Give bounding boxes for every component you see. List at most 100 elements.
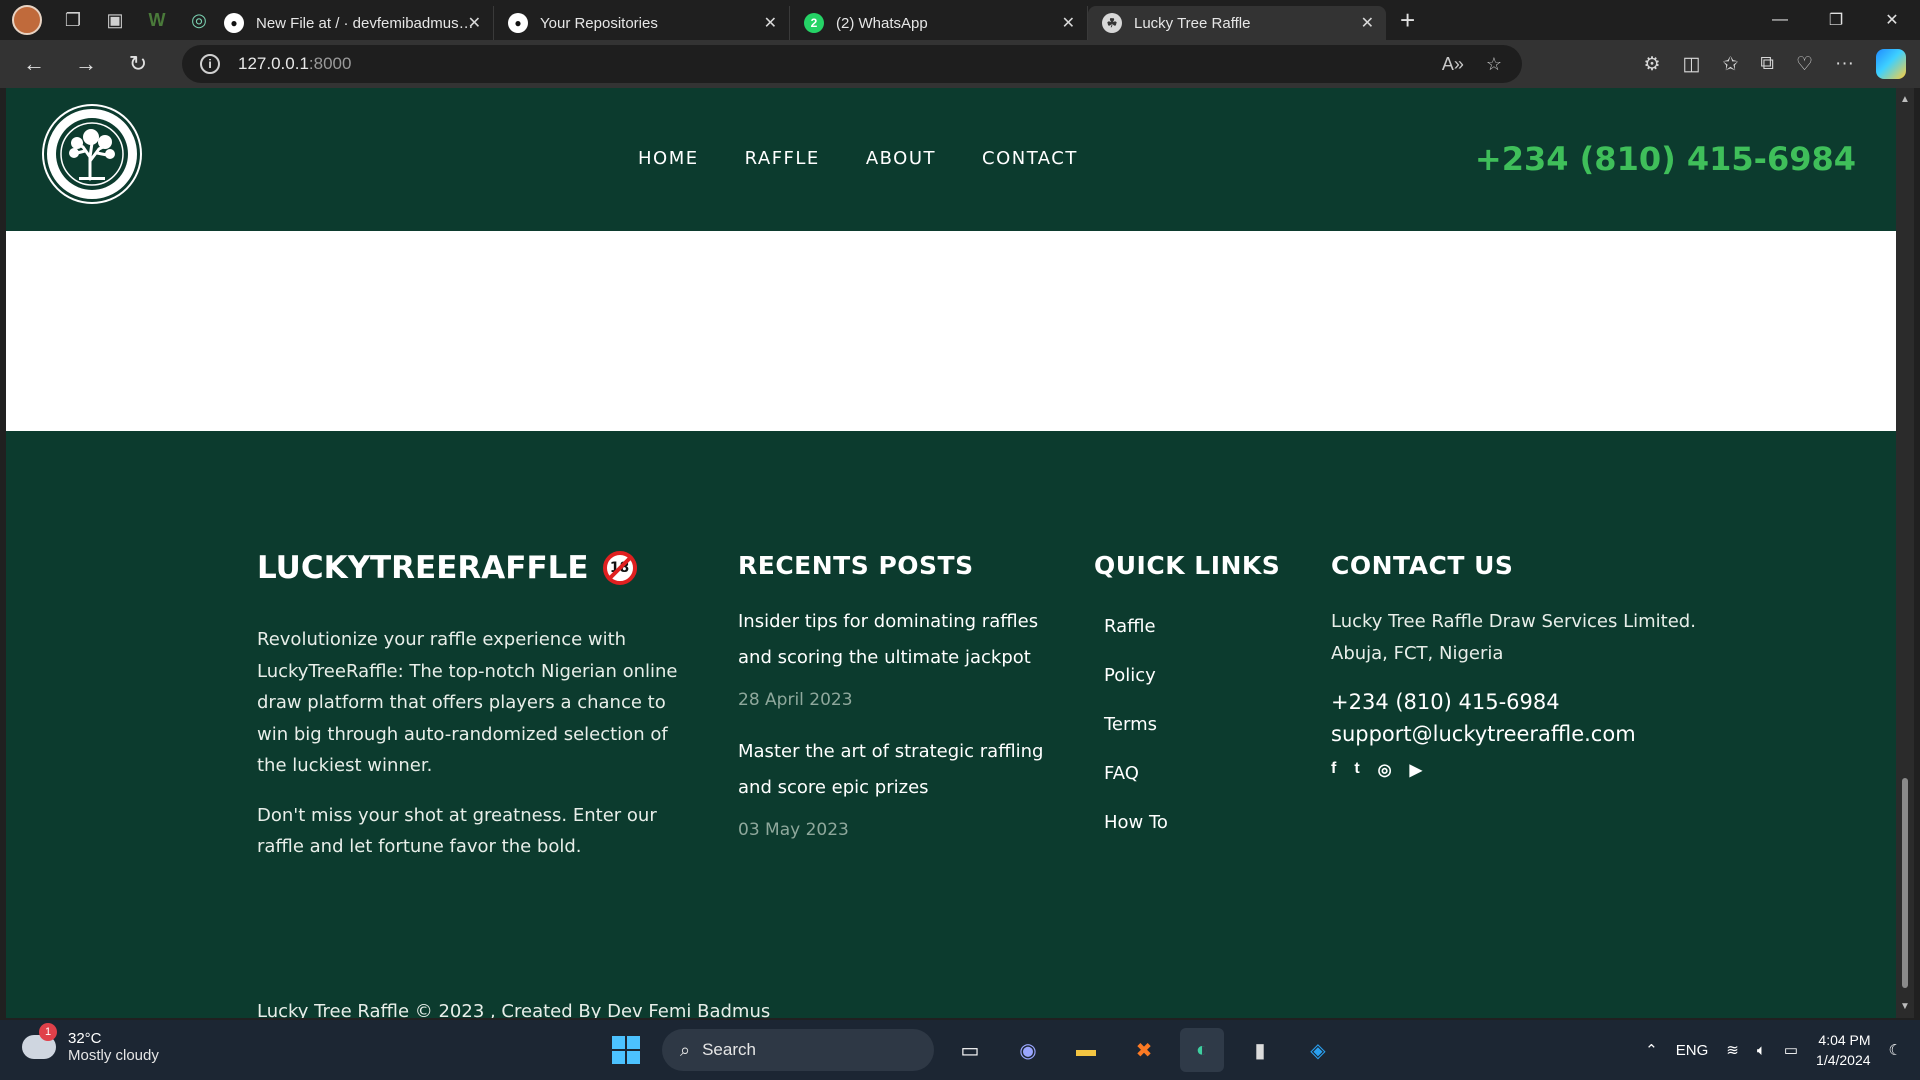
back-icon[interactable]: ←: [12, 44, 56, 84]
start-button[interactable]: [604, 1028, 648, 1072]
main-menu: HOME RAFFLE ABOUT CONTACT: [638, 148, 1078, 169]
volume-icon[interactable]: 🔈︎: [1757, 1042, 1766, 1059]
wifi-icon[interactable]: ≋: [1726, 1041, 1739, 1059]
quick-link-raffle[interactable]: Raffle: [1104, 616, 1294, 637]
cloud-icon: 1: [22, 1023, 57, 1059]
whatsapp-icon: 2: [804, 13, 824, 33]
social-links: f t ◎ ▶: [1331, 760, 1711, 780]
notifications-icon[interactable]: ☾: [1889, 1041, 1902, 1059]
task-view-icon[interactable]: ▭: [948, 1028, 992, 1072]
clock[interactable]: 4:04 PM 1/4/2024: [1816, 1030, 1871, 1070]
more-options-icon[interactable]: ···: [1835, 53, 1854, 75]
taskbar-search[interactable]: ⌕ Search: [662, 1029, 934, 1071]
footer-brand: LUCKYTREERAFFLE 18 Revolutionize your ra…: [257, 550, 697, 863]
quick-link-policy[interactable]: Policy: [1104, 665, 1294, 686]
quick-link-how-to[interactable]: How To: [1104, 812, 1294, 833]
new-tab-button[interactable]: +: [1400, 5, 1415, 36]
weather-widget[interactable]: 1 32°C Mostly cloudy: [22, 1023, 159, 1064]
contact-phone[interactable]: +234 (810) 415-6984: [1331, 690, 1711, 714]
brand-description-2: Don't miss your shot at greatness. Enter…: [257, 804, 657, 858]
file-explorer-icon[interactable]: ▬: [1064, 1028, 1108, 1072]
post-title[interactable]: Master the art of strategic raffling and…: [738, 734, 1058, 806]
clock-date: 1/4/2024: [1816, 1052, 1871, 1068]
post-date: 03 May 2023: [738, 820, 849, 840]
contact-email[interactable]: support@luckytreeraffle.com: [1331, 722, 1711, 746]
scrollbar-thumb[interactable]: [1902, 778, 1908, 988]
youtube-icon[interactable]: ▶: [1410, 760, 1422, 780]
tab-whatsapp[interactable]: 2 (2) WhatsApp ✕: [790, 6, 1088, 40]
site-header: HOME RAFFLE ABOUT CONTACT +234 (810) 415…: [6, 88, 1896, 231]
close-icon[interactable]: ✕: [1062, 13, 1075, 33]
tab-repositories[interactable]: ● Your Repositories ✕: [494, 6, 790, 40]
header-phone[interactable]: +234 (810) 415-6984: [1475, 140, 1856, 178]
browser-toolbar: ⚙ ◫ ✩ ⧉ ♡ ···: [1643, 40, 1906, 88]
brand-name: LUCKYTREERAFFLE: [257, 550, 589, 586]
minimize-icon[interactable]: —: [1752, 0, 1808, 40]
tab-new-file[interactable]: ● New File at / · devfemibadmus/ra ✕: [210, 6, 494, 40]
nav-contact[interactable]: CONTACT: [982, 148, 1078, 169]
chevron-up-icon[interactable]: ⌃: [1645, 1041, 1658, 1059]
favorites-icon[interactable]: ✩: [1722, 53, 1738, 76]
scroll-up-icon[interactable]: ▲: [1900, 94, 1910, 105]
age-restriction-icon: 18: [602, 551, 637, 585]
edge-browser-icon[interactable]: ◐: [1180, 1028, 1224, 1072]
company-address: Lucky Tree Raffle Draw Services Limited.…: [1331, 611, 1696, 664]
teams-chat-icon[interactable]: ◉: [1006, 1028, 1050, 1072]
workspaces-icon[interactable]: ❐: [62, 9, 84, 31]
post-title[interactable]: Insider tips for dominating raffles and …: [738, 604, 1058, 676]
instagram-icon[interactable]: ◎: [1378, 760, 1392, 780]
site-icon: ☘: [1102, 13, 1122, 33]
favorite-star-icon[interactable]: ☆: [1486, 54, 1502, 75]
taskbar-apps: ⌕ Search ▭ ◉ ▬ ✖ ◐ ▮ ◈: [604, 1028, 1340, 1072]
facebook-icon[interactable]: f: [1331, 760, 1336, 780]
extensions-icon[interactable]: ⚙: [1643, 53, 1660, 76]
pinned-tab-w-icon[interactable]: W: [146, 9, 168, 31]
xampp-icon[interactable]: ✖: [1122, 1028, 1166, 1072]
tab-lucky-tree-raffle[interactable]: ☘ Lucky Tree Raffle ✕: [1088, 6, 1386, 40]
nav-home[interactable]: HOME: [638, 148, 699, 169]
contact-title: CONTACT US: [1331, 551, 1514, 580]
restore-icon[interactable]: ❐: [1808, 0, 1864, 40]
close-icon[interactable]: ✕: [1361, 13, 1374, 33]
collections-icon[interactable]: ⧉: [1760, 53, 1774, 75]
recent-posts-title: RECENTS POSTS: [738, 551, 974, 580]
weather-condition: Mostly cloudy: [68, 1047, 159, 1064]
weather-badge: 1: [39, 1023, 57, 1041]
site-logo[interactable]: [44, 106, 140, 202]
quick-link-faq[interactable]: FAQ: [1104, 763, 1294, 784]
close-window-icon[interactable]: ✕: [1864, 0, 1920, 40]
clock-time: 4:04 PM: [1818, 1032, 1871, 1048]
language-indicator[interactable]: ENG: [1676, 1042, 1709, 1059]
system-tray: ⌃ ENG ≋ 🔈︎ ▭ 4:04 PM 1/4/2024 ☾: [1645, 1020, 1902, 1080]
split-screen-icon[interactable]: ◫: [1683, 53, 1701, 76]
copilot-icon[interactable]: [1876, 49, 1906, 79]
forward-icon[interactable]: →: [64, 44, 108, 84]
twitter-icon[interactable]: t: [1354, 760, 1359, 780]
vscode-icon[interactable]: ◈: [1296, 1028, 1340, 1072]
tab-actions-icon[interactable]: ▣: [104, 9, 126, 31]
battery-icon[interactable]: ▭: [1784, 1041, 1798, 1059]
address-bar[interactable]: i 127.0.0.1:8000 A» ☆: [182, 45, 1522, 83]
tab-label: (2) WhatsApp: [836, 14, 928, 32]
pinned-tab-chatgpt-icon[interactable]: ◎: [188, 9, 210, 31]
post-item[interactable]: Master the art of strategic raffling and…: [738, 734, 1058, 840]
close-icon[interactable]: ✕: [468, 13, 481, 33]
site-info-icon[interactable]: i: [200, 54, 220, 74]
footer-recent-posts: RECENTS POSTS Insider tips for dominatin…: [738, 551, 1058, 840]
nav-raffle[interactable]: RAFFLE: [745, 148, 820, 169]
refresh-icon[interactable]: ↻: [116, 44, 160, 84]
url-port: :8000: [308, 54, 352, 73]
weather-temp: 32°C: [68, 1030, 102, 1047]
browser-essentials-icon[interactable]: ♡: [1796, 53, 1813, 76]
scroll-down-icon[interactable]: ▼: [1900, 1001, 1910, 1012]
window-controls: — ❐ ✕: [1752, 0, 1920, 40]
read-aloud-icon[interactable]: A»: [1442, 54, 1464, 75]
profile-avatar[interactable]: [12, 5, 42, 35]
post-date: 28 April 2023: [738, 690, 853, 710]
post-item[interactable]: Insider tips for dominating raffles and …: [738, 604, 1058, 710]
close-icon[interactable]: ✕: [764, 13, 777, 33]
nav-about[interactable]: ABOUT: [866, 148, 936, 169]
quick-link-terms[interactable]: Terms: [1104, 714, 1294, 735]
page-scrollbar[interactable]: ▲ ▼: [1896, 88, 1914, 1018]
terminal-icon[interactable]: ▮: [1238, 1028, 1282, 1072]
